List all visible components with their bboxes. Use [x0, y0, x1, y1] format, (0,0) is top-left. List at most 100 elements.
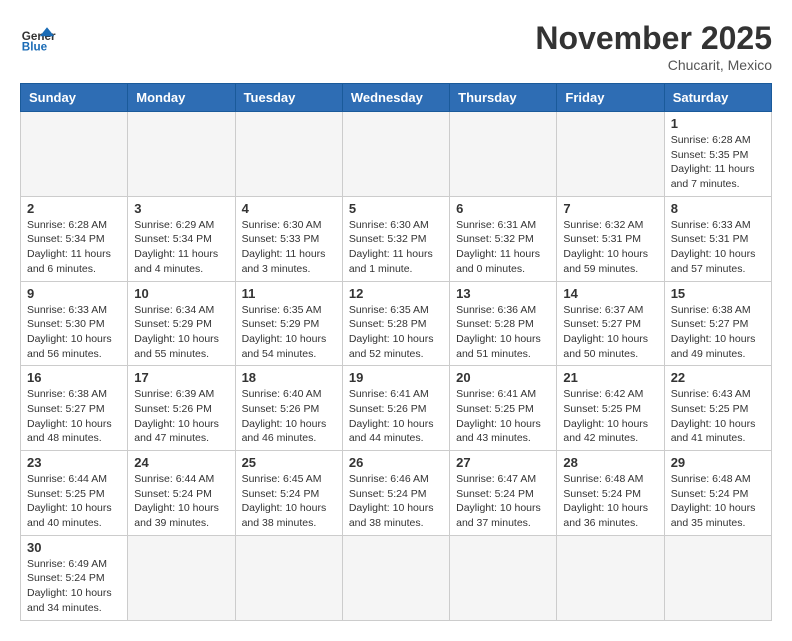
day-number: 17 — [134, 370, 228, 385]
day-number: 6 — [456, 201, 550, 216]
calendar-cell — [664, 535, 771, 620]
day-number: 28 — [563, 455, 657, 470]
day-info: Sunrise: 6:30 AM Sunset: 5:32 PM Dayligh… — [349, 218, 443, 277]
day-number: 21 — [563, 370, 657, 385]
day-number: 26 — [349, 455, 443, 470]
day-number: 12 — [349, 286, 443, 301]
calendar-cell — [450, 535, 557, 620]
calendar-cell: 9 Sunrise: 6:33 AM Sunset: 5:30 PM Daylig… — [21, 281, 128, 366]
day-number: 25 — [242, 455, 336, 470]
calendar-week-row: 9 Sunrise: 6:33 AM Sunset: 5:30 PM Daylig… — [21, 281, 772, 366]
day-info: Sunrise: 6:35 AM Sunset: 5:28 PM Dayligh… — [349, 303, 443, 362]
day-info: Sunrise: 6:30 AM Sunset: 5:33 PM Dayligh… — [242, 218, 336, 277]
calendar-cell: 14Sunrise: 6:37 AM Sunset: 5:27 PM Dayli… — [557, 281, 664, 366]
day-info: Sunrise: 6:33 AM Sunset: 5:30 PM Dayligh… — [27, 303, 121, 362]
calendar-cell: 10 Sunrise: 6:34 AM Sunset: 5:29 PM Dayli… — [128, 281, 235, 366]
day-info: Sunrise: 6:37 AM Sunset: 5:27 PM Dayligh… — [563, 303, 657, 362]
day-info: Sunrise: 6:39 AM Sunset: 5:26 PM Dayligh… — [134, 387, 228, 446]
calendar-cell — [235, 535, 342, 620]
day-info: Sunrise: 6:43 AM Sunset: 5:25 PM Dayligh… — [671, 387, 765, 446]
calendar-cell — [235, 112, 342, 197]
day-info: Sunrise: 6:48 AM Sunset: 5:24 PM Dayligh… — [563, 472, 657, 531]
day-number: 2 — [27, 201, 121, 216]
day-info: Sunrise: 6:28 AM Sunset: 5:35 PM Dayligh… — [671, 133, 765, 192]
calendar-cell: 11 Sunrise: 6:35 AM Sunset: 5:29 PM Dayli… — [235, 281, 342, 366]
calendar-cell: 8 Sunrise: 6:33 AM Sunset: 5:31 PM Daylig… — [664, 196, 771, 281]
calendar-week-row: 30Sunrise: 6:49 AM Sunset: 5:24 PM Dayli… — [21, 535, 772, 620]
day-number: 15 — [671, 286, 765, 301]
calendar-week-row: 1 Sunrise: 6:28 AM Sunset: 5:35 PM Daylig… — [21, 112, 772, 197]
weekday-header-saturday: Saturday — [664, 84, 771, 112]
calendar-cell: 13Sunrise: 6:36 AM Sunset: 5:28 PM Dayli… — [450, 281, 557, 366]
day-number: 24 — [134, 455, 228, 470]
calendar-cell: 30Sunrise: 6:49 AM Sunset: 5:24 PM Dayli… — [21, 535, 128, 620]
day-info: Sunrise: 6:41 AM Sunset: 5:25 PM Dayligh… — [456, 387, 550, 446]
day-number: 29 — [671, 455, 765, 470]
day-info: Sunrise: 6:38 AM Sunset: 5:27 PM Dayligh… — [671, 303, 765, 362]
calendar-cell — [557, 112, 664, 197]
day-number: 23 — [27, 455, 121, 470]
page-header: General Blue November 2025 Chucarit, Mex… — [20, 20, 772, 73]
calendar-cell: 15 Sunrise: 6:38 AM Sunset: 5:27 PM Dayli… — [664, 281, 771, 366]
calendar-cell: 2Sunrise: 6:28 AM Sunset: 5:34 PM Daylig… — [21, 196, 128, 281]
calendar-cell: 17 Sunrise: 6:39 AM Sunset: 5:26 PM Dayli… — [128, 366, 235, 451]
day-info: Sunrise: 6:40 AM Sunset: 5:26 PM Dayligh… — [242, 387, 336, 446]
calendar-cell: 1 Sunrise: 6:28 AM Sunset: 5:35 PM Daylig… — [664, 112, 771, 197]
calendar-cell: 29 Sunrise: 6:48 AM Sunset: 5:24 PM Dayli… — [664, 451, 771, 536]
calendar-cell: 12 Sunrise: 6:35 AM Sunset: 5:28 PM Dayli… — [342, 281, 449, 366]
calendar-cell: 4Sunrise: 6:30 AM Sunset: 5:33 PM Daylig… — [235, 196, 342, 281]
day-info: Sunrise: 6:29 AM Sunset: 5:34 PM Dayligh… — [134, 218, 228, 277]
day-info: Sunrise: 6:33 AM Sunset: 5:31 PM Dayligh… — [671, 218, 765, 277]
weekday-header-sunday: Sunday — [21, 84, 128, 112]
calendar-week-row: 23 Sunrise: 6:44 AM Sunset: 5:25 PM Dayli… — [21, 451, 772, 536]
calendar-cell: 28 Sunrise: 6:48 AM Sunset: 5:24 PM Dayli… — [557, 451, 664, 536]
calendar-cell — [128, 112, 235, 197]
calendar-cell: 22 Sunrise: 6:43 AM Sunset: 5:25 PM Dayli… — [664, 366, 771, 451]
day-number: 18 — [242, 370, 336, 385]
calendar-cell: 26Sunrise: 6:46 AM Sunset: 5:24 PM Dayli… — [342, 451, 449, 536]
day-info: Sunrise: 6:45 AM Sunset: 5:24 PM Dayligh… — [242, 472, 336, 531]
day-info: Sunrise: 6:36 AM Sunset: 5:28 PM Dayligh… — [456, 303, 550, 362]
logo-icon: General Blue — [20, 20, 56, 56]
calendar-cell: 6 Sunrise: 6:31 AM Sunset: 5:32 PM Daylig… — [450, 196, 557, 281]
day-info: Sunrise: 6:31 AM Sunset: 5:32 PM Dayligh… — [456, 218, 550, 277]
day-number: 1 — [671, 116, 765, 131]
calendar-cell — [342, 535, 449, 620]
weekday-header-tuesday: Tuesday — [235, 84, 342, 112]
day-number: 5 — [349, 201, 443, 216]
calendar-cell — [450, 112, 557, 197]
calendar-cell: 21Sunrise: 6:42 AM Sunset: 5:25 PM Dayli… — [557, 366, 664, 451]
day-number: 9 — [27, 286, 121, 301]
day-info: Sunrise: 6:38 AM Sunset: 5:27 PM Dayligh… — [27, 387, 121, 446]
weekday-header-wednesday: Wednesday — [342, 84, 449, 112]
day-number: 30 — [27, 540, 121, 555]
calendar-week-row: 16 Sunrise: 6:38 AM Sunset: 5:27 PM Dayli… — [21, 366, 772, 451]
day-number: 10 — [134, 286, 228, 301]
day-info: Sunrise: 6:48 AM Sunset: 5:24 PM Dayligh… — [671, 472, 765, 531]
day-info: Sunrise: 6:32 AM Sunset: 5:31 PM Dayligh… — [563, 218, 657, 277]
day-info: Sunrise: 6:44 AM Sunset: 5:24 PM Dayligh… — [134, 472, 228, 531]
weekday-header-monday: Monday — [128, 84, 235, 112]
calendar-table: SundayMondayTuesdayWednesdayThursdayFrid… — [20, 83, 772, 621]
day-info: Sunrise: 6:47 AM Sunset: 5:24 PM Dayligh… — [456, 472, 550, 531]
day-info: Sunrise: 6:44 AM Sunset: 5:25 PM Dayligh… — [27, 472, 121, 531]
calendar-cell — [342, 112, 449, 197]
day-info: Sunrise: 6:35 AM Sunset: 5:29 PM Dayligh… — [242, 303, 336, 362]
calendar-cell: 23 Sunrise: 6:44 AM Sunset: 5:25 PM Dayli… — [21, 451, 128, 536]
calendar-cell: 18 Sunrise: 6:40 AM Sunset: 5:26 PM Dayli… — [235, 366, 342, 451]
calendar-cell: 24 Sunrise: 6:44 AM Sunset: 5:24 PM Dayli… — [128, 451, 235, 536]
calendar-cell: 3 Sunrise: 6:29 AM Sunset: 5:34 PM Daylig… — [128, 196, 235, 281]
calendar-cell: 25 Sunrise: 6:45 AM Sunset: 5:24 PM Dayli… — [235, 451, 342, 536]
day-number: 16 — [27, 370, 121, 385]
logo: General Blue — [20, 20, 56, 56]
weekday-header-row: SundayMondayTuesdayWednesdayThursdayFrid… — [21, 84, 772, 112]
weekday-header-friday: Friday — [557, 84, 664, 112]
location: Chucarit, Mexico — [535, 57, 772, 73]
calendar-cell: 7Sunrise: 6:32 AM Sunset: 5:31 PM Daylig… — [557, 196, 664, 281]
day-number: 11 — [242, 286, 336, 301]
day-info: Sunrise: 6:34 AM Sunset: 5:29 PM Dayligh… — [134, 303, 228, 362]
day-number: 3 — [134, 201, 228, 216]
day-number: 22 — [671, 370, 765, 385]
calendar-cell — [128, 535, 235, 620]
day-number: 8 — [671, 201, 765, 216]
